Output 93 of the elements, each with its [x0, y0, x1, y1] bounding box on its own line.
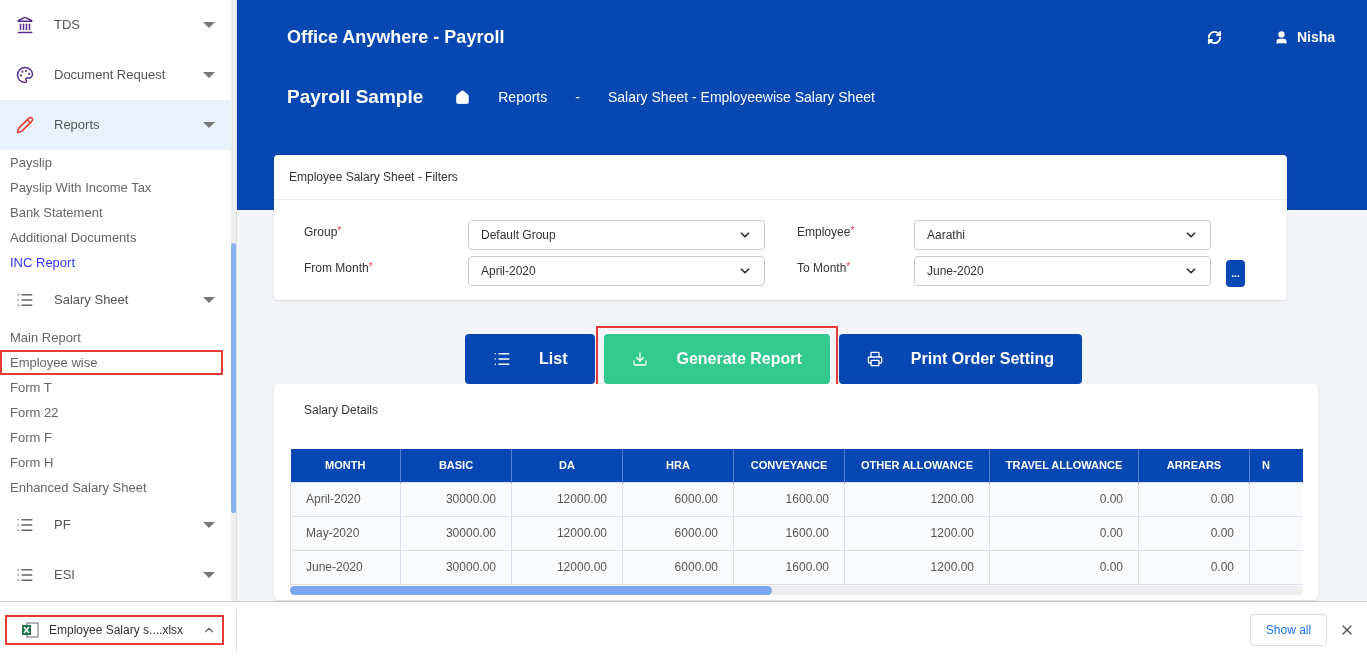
table-cell: 1600.00	[733, 550, 845, 584]
caret-icon	[203, 72, 215, 78]
column-header: N	[1249, 449, 1303, 482]
select-field[interactable]: April-2020	[468, 256, 765, 286]
caret-icon	[203, 572, 215, 578]
table-cell: 0.00	[989, 550, 1139, 584]
sidebar-section[interactable]: TDS	[0, 0, 231, 50]
user-icon	[1273, 29, 1289, 45]
show-all-button[interactable]: Show all	[1250, 614, 1327, 646]
table-cell: 1200.00	[844, 516, 990, 550]
caret-icon	[203, 22, 215, 28]
column-header: BASIC	[400, 449, 512, 482]
field-label: Group*	[304, 224, 343, 241]
card-title: Employee Salary Sheet - Filters	[289, 169, 458, 186]
table-cell: 1600.00	[733, 482, 845, 516]
home-icon[interactable]	[455, 89, 471, 105]
caret-icon	[203, 522, 215, 528]
table-cell: 30000.00	[400, 482, 512, 516]
table-cell: 0.00	[989, 516, 1139, 550]
action-button[interactable]: List	[465, 334, 596, 384]
table-cell: 0.00	[1138, 516, 1250, 550]
select-field[interactable]: Default Group	[468, 220, 765, 250]
list-icon	[16, 291, 34, 309]
card-title: Salary Details	[304, 402, 380, 419]
table-cell: 0.00	[1138, 550, 1250, 584]
field-label: To Month*	[797, 260, 852, 277]
table-cell: 1200.00	[844, 550, 990, 584]
bank-icon	[16, 16, 34, 34]
sidebar-section[interactable]: Document Request	[0, 50, 231, 100]
column-header: CONVEYANCE	[733, 449, 845, 482]
table-cell: 12000.00	[511, 482, 623, 516]
caret-icon	[203, 122, 215, 128]
sidebar-link[interactable]: Enhanced Salary Sheet	[0, 475, 231, 500]
sidebar-link[interactable]: Bank Statement	[0, 200, 231, 225]
file-name: Employee Salary s....xlsx	[49, 622, 185, 639]
table-cell: April-2020	[290, 482, 401, 516]
caret-icon	[203, 297, 215, 303]
list-icon	[493, 350, 511, 368]
breadcrumb-item[interactable]: Reports	[498, 86, 548, 108]
download-icon	[632, 351, 649, 367]
column-header: TRAVEL ALLOWANCE	[989, 449, 1139, 482]
table-cell: 6000.00	[622, 550, 734, 584]
sidebar-section[interactable]: ESI	[0, 550, 231, 600]
table-cell: 0.00	[1138, 482, 1250, 516]
field-label: Employee*	[797, 224, 856, 241]
table-cell: 0.00	[989, 482, 1139, 516]
sidebar-link[interactable]: INC Report	[0, 250, 231, 275]
table-cell: 12000.00	[511, 550, 623, 584]
pencil-icon	[16, 116, 34, 134]
more-button[interactable]: ...	[1226, 260, 1245, 287]
sidebar-link[interactable]: Main Report	[0, 325, 231, 350]
sidebar-link[interactable]: Payslip	[0, 150, 231, 175]
table-cell: 12000.00	[511, 516, 623, 550]
spreadsheet-file-icon	[21, 622, 39, 638]
field-label: From Month*	[304, 260, 374, 277]
app-title: Office Anywhere - Payroll	[287, 25, 506, 49]
refresh-icon[interactable]	[1206, 29, 1222, 45]
table-cell: 30000.00	[400, 516, 512, 550]
action-button[interactable]: Print Order Setting	[838, 334, 1082, 384]
column-header: DA	[511, 449, 623, 482]
select-field[interactable]: Aarathi	[914, 220, 1211, 250]
list-icon	[16, 566, 34, 584]
column-header: OTHER ALLOWANCE	[844, 449, 990, 482]
table-cell: May-2020	[290, 516, 401, 550]
download-item[interactable]: Employee Salary s....xlsx	[5, 615, 224, 645]
palette-icon	[16, 66, 34, 84]
sidebar-section[interactable]: PF	[0, 500, 231, 550]
printer-icon	[866, 351, 883, 367]
table-cell: 30000.00	[400, 550, 512, 584]
column-header: HRA	[622, 449, 734, 482]
horizontal-scrollbar[interactable]	[290, 585, 1303, 595]
sidebar-link[interactable]: Form 22	[0, 400, 231, 425]
sidebar-section[interactable]: Salary Sheet	[0, 275, 231, 325]
company-name: Payroll Sample	[287, 84, 424, 109]
list-icon	[16, 516, 34, 534]
sidebar-section[interactable]: Reports	[0, 100, 231, 150]
user-menu[interactable]: Nisha	[1273, 26, 1335, 48]
table-cell: 1200.00	[844, 482, 990, 516]
table-cell: 6000.00	[622, 482, 734, 516]
sidebar-link[interactable]: Additional Documents	[0, 225, 231, 250]
breadcrumb-item: -	[575, 87, 580, 107]
breadcrumb-item[interactable]: Salary Sheet - Employeewise Salary Sheet	[607, 86, 875, 108]
sidebar-link[interactable]: Payslip With Income Tax	[0, 175, 231, 200]
table-cell: 6000.00	[622, 516, 734, 550]
table-cell: 1600.00	[733, 516, 845, 550]
sidebar-link[interactable]: Form H	[0, 450, 231, 475]
column-header: MONTH	[290, 449, 401, 482]
sidebar-link[interactable]: Form T	[0, 375, 231, 400]
select-field[interactable]: June-2020	[914, 256, 1211, 286]
column-header: ARREARS	[1138, 449, 1250, 482]
sidebar-link[interactable]: Form F	[0, 425, 231, 450]
table-cell: June-2020	[290, 550, 401, 584]
sidebar-link[interactable]: Employee wise	[0, 350, 223, 375]
